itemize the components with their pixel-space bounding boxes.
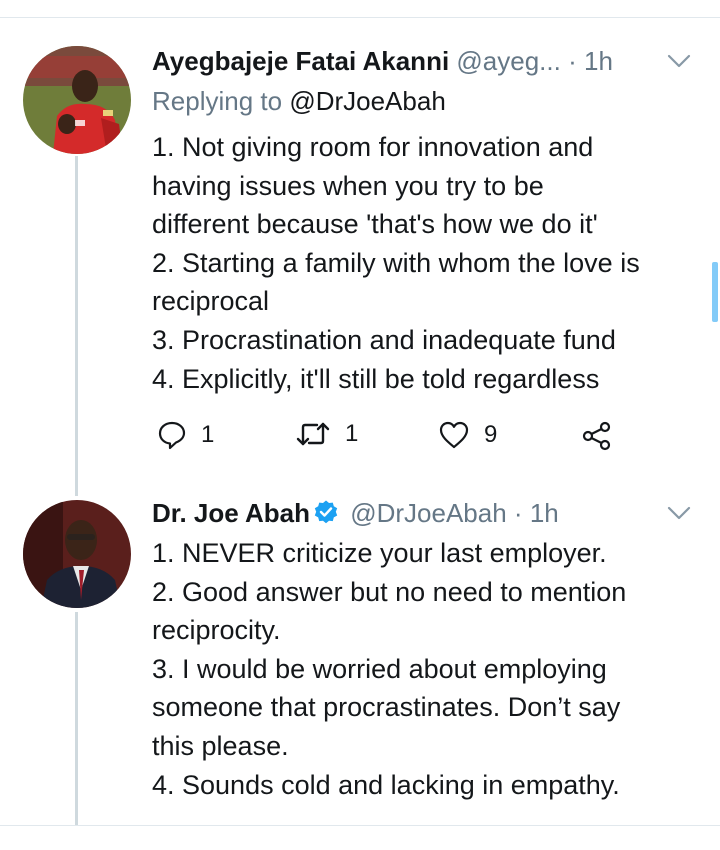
- user-handle[interactable]: @ayeg...: [456, 46, 560, 76]
- retweet-icon: [296, 422, 330, 446]
- avatar-photo-icon: [23, 46, 131, 154]
- thread-line: [75, 156, 78, 496]
- tweet-header: Dr. Joe Abah @DrJoeAbah · 1h: [152, 498, 559, 528]
- tweet-line: 1. Not giving room for innovation and: [152, 132, 594, 162]
- tweet-line: different because 'that's how we do it': [152, 209, 598, 240]
- like-button[interactable]: 9: [438, 420, 497, 450]
- tweet-body: 1. NEVER criticize your last employer. 2…: [152, 534, 712, 804]
- display-name[interactable]: Ayegbajeje Fatai Akanni: [152, 46, 449, 76]
- tweet-line: having issues when you try to be: [152, 170, 544, 201]
- heart-icon: [439, 421, 469, 449]
- tweet-header: Ayegbajeje Fatai Akanni @ayeg... · 1h: [152, 46, 613, 76]
- separator-dot: ·: [513, 498, 523, 528]
- reply-button[interactable]: 1: [157, 420, 214, 450]
- tweet-line: 2. Good answer but no need to mention: [152, 576, 627, 607]
- share-button[interactable]: [581, 420, 613, 452]
- reply-count: 1: [201, 421, 215, 448]
- reply-icon: [158, 421, 186, 450]
- scrollbar-thumb[interactable]: [712, 262, 718, 322]
- verified-badge-icon: [314, 500, 338, 524]
- tweet-line: someone that procrastinates. Don’t say: [152, 692, 621, 723]
- retweet-button[interactable]: 1: [295, 420, 358, 448]
- avatar-ayegbajeje[interactable]: [23, 46, 131, 154]
- share-icon: [582, 421, 611, 451]
- avatar-photo-icon: [23, 500, 131, 608]
- timestamp[interactable]: 1h: [530, 498, 559, 528]
- tweet-line: 2. Starting a family with whom the love …: [152, 247, 640, 278]
- tweet-line: this please.: [152, 730, 289, 761]
- tweet-line: 1. NEVER criticize your last employer.: [152, 538, 607, 568]
- tweet-line: reciprocal: [152, 286, 270, 317]
- like-count: 9: [484, 421, 498, 448]
- timestamp[interactable]: 1h: [584, 46, 613, 76]
- chevron-down-icon[interactable]: [666, 53, 692, 69]
- separator-dot: ·: [568, 46, 577, 76]
- thread-line: [75, 612, 78, 825]
- bottom-divider: [0, 825, 720, 826]
- tweet-line: reciprocity.: [152, 615, 281, 646]
- tweet-line: 4. Sounds cold and lacking in empathy.: [152, 769, 620, 800]
- top-divider: [0, 17, 720, 18]
- display-name[interactable]: Dr. Joe Abah: [152, 498, 310, 528]
- replying-to-label: Replying to: [152, 86, 283, 116]
- replying-to: Replying to @DrJoeAbah: [152, 86, 446, 116]
- tweet-line: 4. Explicitly, it'll still be told regar…: [152, 363, 600, 394]
- tweet-actions: 1 1 9: [157, 420, 627, 454]
- retweet-count: 1: [345, 420, 359, 447]
- mention-link[interactable]: @DrJoeAbah: [289, 86, 445, 116]
- tweet-line: 3. Procrastination and inadequate fund: [152, 324, 616, 355]
- avatar-drjoeabah[interactable]: [23, 500, 131, 608]
- tweet-body: 1. Not giving room for innovation and ha…: [152, 128, 712, 398]
- tweet-line: 3. I would be worried about employing: [152, 653, 607, 684]
- user-handle[interactable]: @DrJoeAbah: [350, 498, 506, 528]
- chevron-down-icon[interactable]: [666, 505, 692, 521]
